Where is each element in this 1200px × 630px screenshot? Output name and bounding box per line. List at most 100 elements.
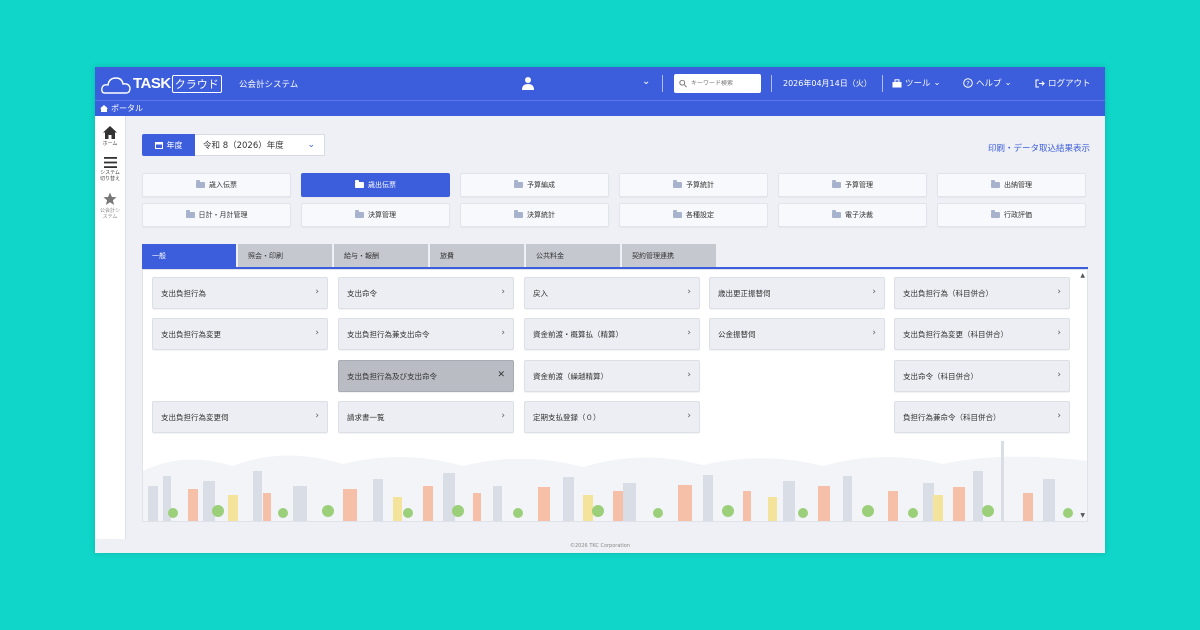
menu-item-label: 支出負担行為 — [161, 288, 206, 298]
logo[interactable]: TASK クラウド — [101, 73, 227, 95]
module-budget-statistics[interactable]: 予算統計 — [619, 173, 768, 197]
print-import-results-link[interactable]: 印刷・データ取込結果表示 — [988, 142, 1090, 154]
module-label: 歳入伝票 — [209, 181, 237, 189]
menu-item-selected[interactable]: 支出負担行為及び支出命令 ✕ — [338, 360, 514, 392]
menu-item-label: 請求書一覧 — [347, 412, 385, 422]
logout-label: ログアウト — [1048, 79, 1091, 89]
module-expenditure-slip[interactable]: 歳出伝票 — [301, 173, 450, 197]
module-budget-management[interactable]: 予算管理 — [778, 173, 927, 197]
menu-item[interactable]: 請求書一覧 › — [338, 401, 514, 433]
sidebar-item-system-switch[interactable]: システム切り替え — [95, 157, 125, 182]
module-label: 出納管理 — [1004, 181, 1032, 189]
menu-item[interactable]: 歳出更正振替伺 › — [709, 277, 885, 309]
logo-task-text: TASK — [133, 75, 171, 92]
chevron-right-icon: › — [687, 287, 691, 297]
menu-item[interactable]: 定期支払登録（０） › — [524, 401, 700, 433]
sidebar-item-public-accounting[interactable]: 公会計システム — [95, 192, 125, 220]
module-settings[interactable]: 各種設定 — [619, 203, 768, 227]
tab-inquiry-print[interactable]: 照会・印刷 — [238, 244, 332, 267]
tab-general[interactable]: 一般 — [142, 244, 236, 267]
menu-item[interactable]: 公金振替伺 › — [709, 318, 885, 350]
menu-item-label: 負担行為兼命令（科目併合） — [903, 412, 1001, 422]
module-grid: 歳入伝票 歳出伝票 予算編成 予算統計 予算管理 出納管理 日計・月計管理 決算… — [142, 173, 1086, 227]
menu-item[interactable]: 支出負担行為兼支出命令 › — [338, 318, 514, 350]
folder-icon — [991, 180, 1000, 188]
chevron-right-icon: › — [687, 411, 691, 421]
folder-icon — [355, 210, 364, 218]
menu-item[interactable]: 支出命令（科目併合） › — [894, 360, 1070, 392]
tools-menu-button[interactable]: ツール ⌄ — [892, 77, 941, 89]
chevron-right-icon: › — [1057, 370, 1061, 380]
folder-icon — [673, 210, 682, 218]
logout-button[interactable]: ログアウト — [1035, 77, 1091, 89]
sidebar-item-home[interactable]: ホーム — [95, 126, 125, 147]
help-menu-button[interactable]: ? ヘルプ ⌄ — [963, 77, 1012, 89]
year-badge-label: 年度 — [166, 140, 183, 150]
menu-item-label: 資金前渡・概算払（精算） — [533, 329, 623, 339]
scroll-up-arrow-icon[interactable]: ▲ — [1080, 272, 1085, 279]
menu-item[interactable]: 支出負担行為 › — [152, 277, 328, 309]
tab-bar: 一般 照会・印刷 給与・報酬 旅費 公共料金 契約管理連携 — [142, 244, 716, 267]
header-divider — [771, 75, 772, 92]
menu-item[interactable]: 支出命令 › — [338, 277, 514, 309]
module-admin-evaluation[interactable]: 行政評価 — [937, 203, 1086, 227]
tab-contract-link[interactable]: 契約管理連携 — [622, 244, 716, 267]
breadcrumb-portal[interactable]: ポータル — [111, 103, 143, 114]
module-e-approval[interactable]: 電子決裁 — [778, 203, 927, 227]
menu-panel: ▲ ▼ 支出負担行為 › 支出負担行為変更 › 支出負担行為変更伺 › 支出命令 › 支… — [142, 269, 1088, 522]
menu-item-label: 支出負担行為兼支出命令 — [347, 329, 430, 339]
module-settlement-statistics[interactable]: 決算統計 — [460, 203, 609, 227]
tab-travel[interactable]: 旅費 — [430, 244, 524, 267]
sidebar-item-label: 公会計システム — [99, 208, 120, 220]
chevron-right-icon: › — [315, 287, 319, 297]
tab-utilities[interactable]: 公共料金 — [526, 244, 620, 267]
menu-item[interactable]: 戻入 › — [524, 277, 700, 309]
tab-salary[interactable]: 給与・報酬 — [334, 244, 428, 267]
user-icon — [522, 77, 534, 90]
header-divider — [662, 75, 663, 92]
module-settlement-management[interactable]: 決算管理 — [301, 203, 450, 227]
sidebar-item-label: システム切り替え — [99, 170, 120, 182]
menu-item[interactable]: 支出負担行為変更 › — [152, 318, 328, 350]
folder-icon — [185, 210, 195, 218]
module-label: 歳出伝票 — [368, 181, 396, 189]
search-input[interactable] — [691, 80, 761, 87]
chevron-right-icon: › — [1057, 328, 1061, 338]
folder-icon — [514, 210, 523, 218]
search-box[interactable] — [674, 74, 761, 93]
menu-item[interactable]: 支出負担行為（科目併合） › — [894, 277, 1070, 309]
chevron-right-icon: › — [1057, 411, 1061, 421]
menu-item-label: 支出負担行為変更（科目併合） — [903, 329, 1008, 339]
module-label: 予算編成 — [527, 181, 555, 189]
chevron-right-icon: › — [501, 287, 505, 297]
menu-item-label: 支出命令（科目併合） — [903, 371, 978, 381]
user-chevron-down-icon[interactable]: ⌄ — [642, 76, 650, 87]
help-icon: ? — [963, 78, 973, 88]
menu-item-label: 支出負担行為（科目併合） — [903, 288, 993, 298]
user-menu[interactable] — [522, 76, 534, 90]
menu-item[interactable]: 支出負担行為変更伺 › — [152, 401, 328, 433]
fiscal-year-value: 令和 8（2026）年度 — [203, 141, 284, 151]
fiscal-year-select[interactable]: 令和 8（2026）年度 ⌄ — [195, 134, 325, 156]
close-icon[interactable]: ✕ — [497, 370, 505, 380]
module-treasury-management[interactable]: 出納管理 — [937, 173, 1086, 197]
module-label: 予算管理 — [845, 181, 873, 189]
menu-item-label: 歳出更正振替伺 — [718, 288, 771, 298]
logo-cloud-text: クラウド — [171, 74, 222, 93]
menu-item[interactable]: 資金前渡・概算払（精算） › — [524, 318, 700, 350]
breadcrumb: ポータル — [95, 100, 1105, 116]
menu-item-label: 支出負担行為変更 — [161, 329, 221, 339]
menu-item[interactable]: 資金前渡（繰越精算） › — [524, 360, 700, 392]
folder-icon — [832, 180, 841, 188]
sidebar: ホーム システム切り替え 公会計システム — [95, 116, 126, 553]
module-daily-monthly[interactable]: 日計・月計管理 — [142, 203, 291, 227]
calendar-icon — [154, 142, 163, 149]
star-icon — [103, 192, 117, 205]
chevron-right-icon: › — [687, 328, 691, 338]
module-budget-formulation[interactable]: 予算編成 — [460, 173, 609, 197]
module-revenue-slip[interactable]: 歳入伝票 — [142, 173, 291, 197]
year-badge: 年度 — [142, 134, 195, 156]
scroll-down-arrow-icon[interactable]: ▼ — [1080, 512, 1085, 519]
menu-item[interactable]: 負担行為兼命令（科目併合） › — [894, 401, 1070, 433]
menu-item[interactable]: 支出負担行為変更（科目併合） › — [894, 318, 1070, 350]
